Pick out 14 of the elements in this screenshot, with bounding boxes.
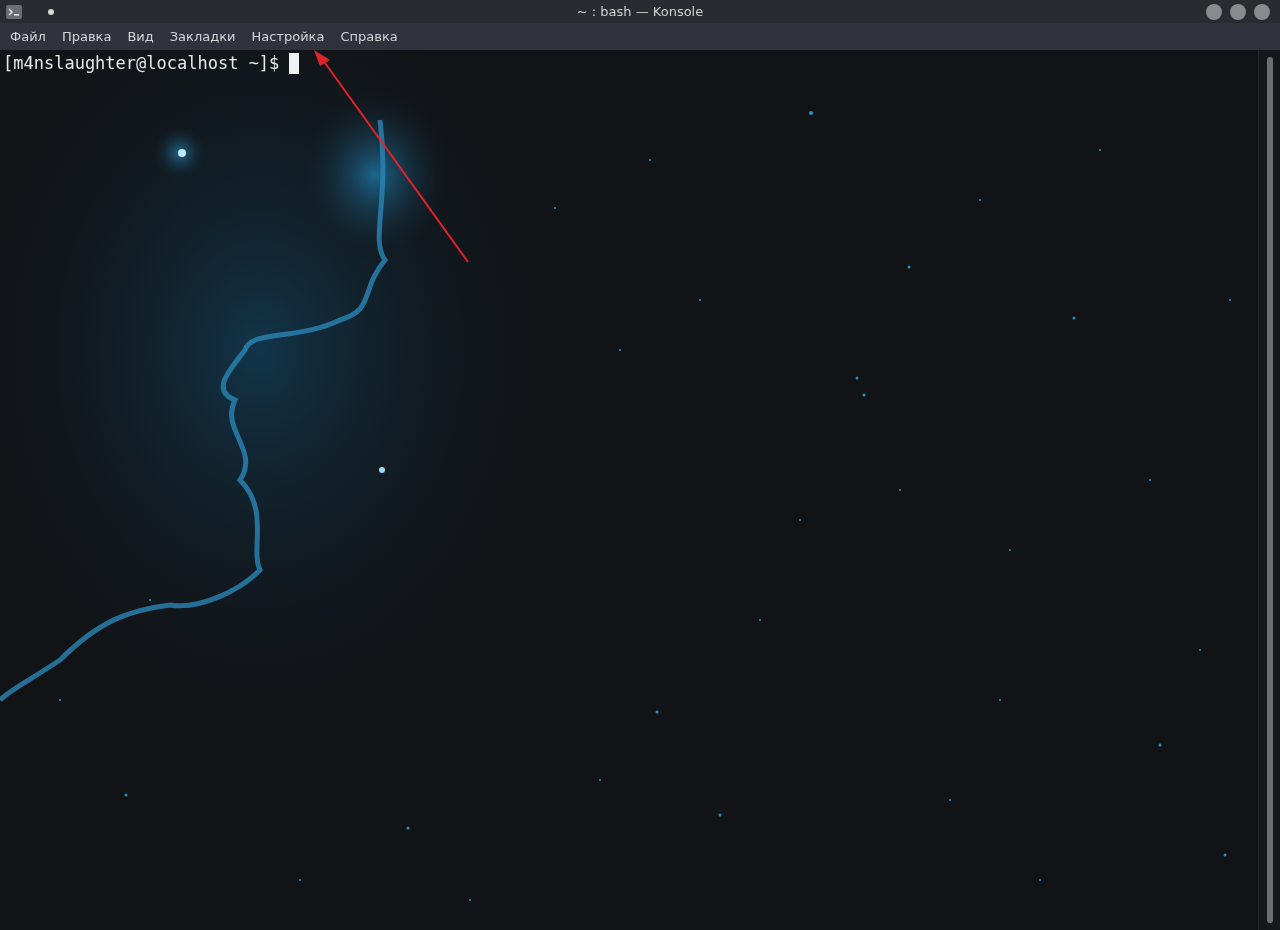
menu-item[interactable]: Справка [332,26,406,47]
close-button[interactable] [1254,3,1270,20]
minimize-button[interactable] [1206,3,1222,20]
maximize-button[interactable] [1230,3,1246,20]
menu-item[interactable]: Закладки [161,26,244,47]
scrollbar-thumb[interactable] [1266,57,1273,923]
menu-item[interactable]: Файл [2,26,54,47]
menu-item[interactable]: Вид [119,26,162,47]
scrollbar-track[interactable] [1258,50,1280,930]
menu-item[interactable]: Настройка [243,26,333,47]
shell-prompt: [m4nslaughter@localhost ~]$ [3,52,280,75]
terminal-icon [6,4,22,19]
window-title: ~ : bash — Konsole [576,2,704,21]
menu-item[interactable]: Правка [53,26,120,47]
